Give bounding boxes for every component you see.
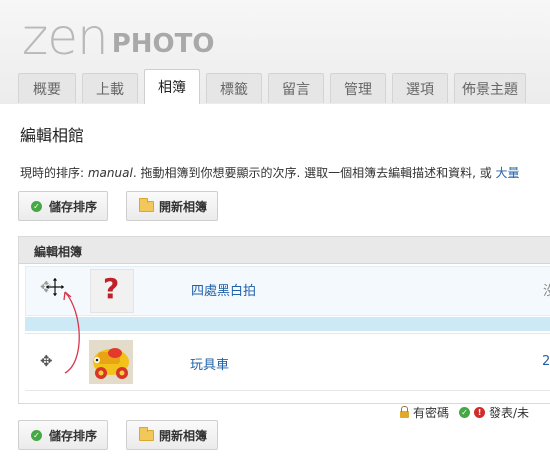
- new-album-label: 開新相簿: [159, 199, 208, 214]
- album-name-link[interactable]: 四處黑白拍: [191, 280, 256, 299]
- tab-themes[interactable]: 佈景主題: [454, 73, 526, 103]
- folder-icon: [139, 426, 154, 441]
- new-album-button-top[interactable]: 開新相簿: [126, 191, 219, 221]
- sort-mode: manual: [87, 166, 133, 180]
- albums-panel-title: 編輯相簿: [34, 245, 83, 259]
- sort-description: 現時的排序: manual. 拖動相簿到你想要顯示的次序. 選取一個相簿去編輯描…: [20, 164, 520, 181]
- album-row[interactable]: ✥ 玩具車 23: [25, 333, 550, 391]
- check-icon: ✓: [459, 407, 471, 418]
- toy-car-image: [89, 340, 133, 384]
- tab-overview[interactable]: 概要: [18, 73, 76, 103]
- admin-header: zen PHOTO 概要 上載 相簿 標籤 留言 管理 選項 佈景主題: [0, 0, 550, 104]
- question-mark-icon: ?: [103, 272, 120, 305]
- new-album-button-bottom[interactable]: 開新相簿: [126, 420, 219, 450]
- save-sort-button-bottom[interactable]: ✓ 儲存排序: [18, 420, 109, 450]
- page-title: 編輯相館: [20, 126, 85, 145]
- tab-albums[interactable]: 相簿: [144, 69, 200, 104]
- bulk-edit-link[interactable]: 大量: [496, 166, 520, 180]
- logo-zen-text: zen: [22, 8, 109, 66]
- album-row[interactable]: ? 四處黑白拍 沒: [25, 266, 550, 316]
- sort-prefix: 現時的排序:: [20, 166, 88, 180]
- status-legend: 有密碼 ✓ ! 發表/未: [400, 404, 529, 421]
- drag-arrow-annotation: [63, 291, 80, 374]
- save-sort-label: 儲存排序: [49, 199, 98, 214]
- zenphoto-logo[interactable]: zen PHOTO: [22, 2, 214, 62]
- drop-placeholder: [25, 317, 550, 331]
- legend-password: 有密碼: [413, 406, 450, 420]
- drag-handle-icon[interactable]: ✥: [40, 352, 53, 370]
- albums-panel: 編輯相簿 ? 四處黑白拍 沒 ✥ 玩具車 23: [18, 236, 550, 404]
- album-thumbnail[interactable]: [89, 340, 133, 384]
- new-album-label: 開新相簿: [159, 428, 208, 443]
- tab-tags[interactable]: 標籤: [206, 73, 262, 103]
- save-sort-button-top[interactable]: ✓ 儲存排序: [18, 191, 109, 221]
- tab-upload[interactable]: 上載: [82, 73, 138, 103]
- check-icon: ✓: [31, 429, 42, 441]
- tab-admin[interactable]: 管理: [330, 73, 386, 103]
- folder-icon: [139, 197, 154, 212]
- lock-icon: [400, 405, 409, 418]
- missing-image-thumbnail[interactable]: ?: [90, 269, 134, 313]
- logo-photo-text: PHOTO: [111, 29, 215, 59]
- tab-options[interactable]: 選項: [392, 73, 448, 103]
- check-icon: ✓: [31, 200, 42, 212]
- main-tabs: 概要 上載 相簿 標籤 留言 管理 選項 佈景主題: [18, 69, 532, 104]
- album-name-link[interactable]: 玩具車: [190, 354, 229, 373]
- save-sort-label: 儲存排序: [49, 428, 98, 443]
- unpublished-icon: !: [474, 407, 486, 418]
- album-image-count: 23: [542, 354, 550, 369]
- albums-panel-header: 編輯相簿: [19, 237, 550, 264]
- legend-published: 發表/未: [489, 406, 530, 420]
- album-image-count: 沒: [543, 284, 550, 299]
- sort-instructions: . 拖動相簿到你想要顯示的次序. 選取一個相簿去編輯描述和資料, 或: [132, 166, 496, 180]
- tab-comments[interactable]: 留言: [268, 73, 324, 103]
